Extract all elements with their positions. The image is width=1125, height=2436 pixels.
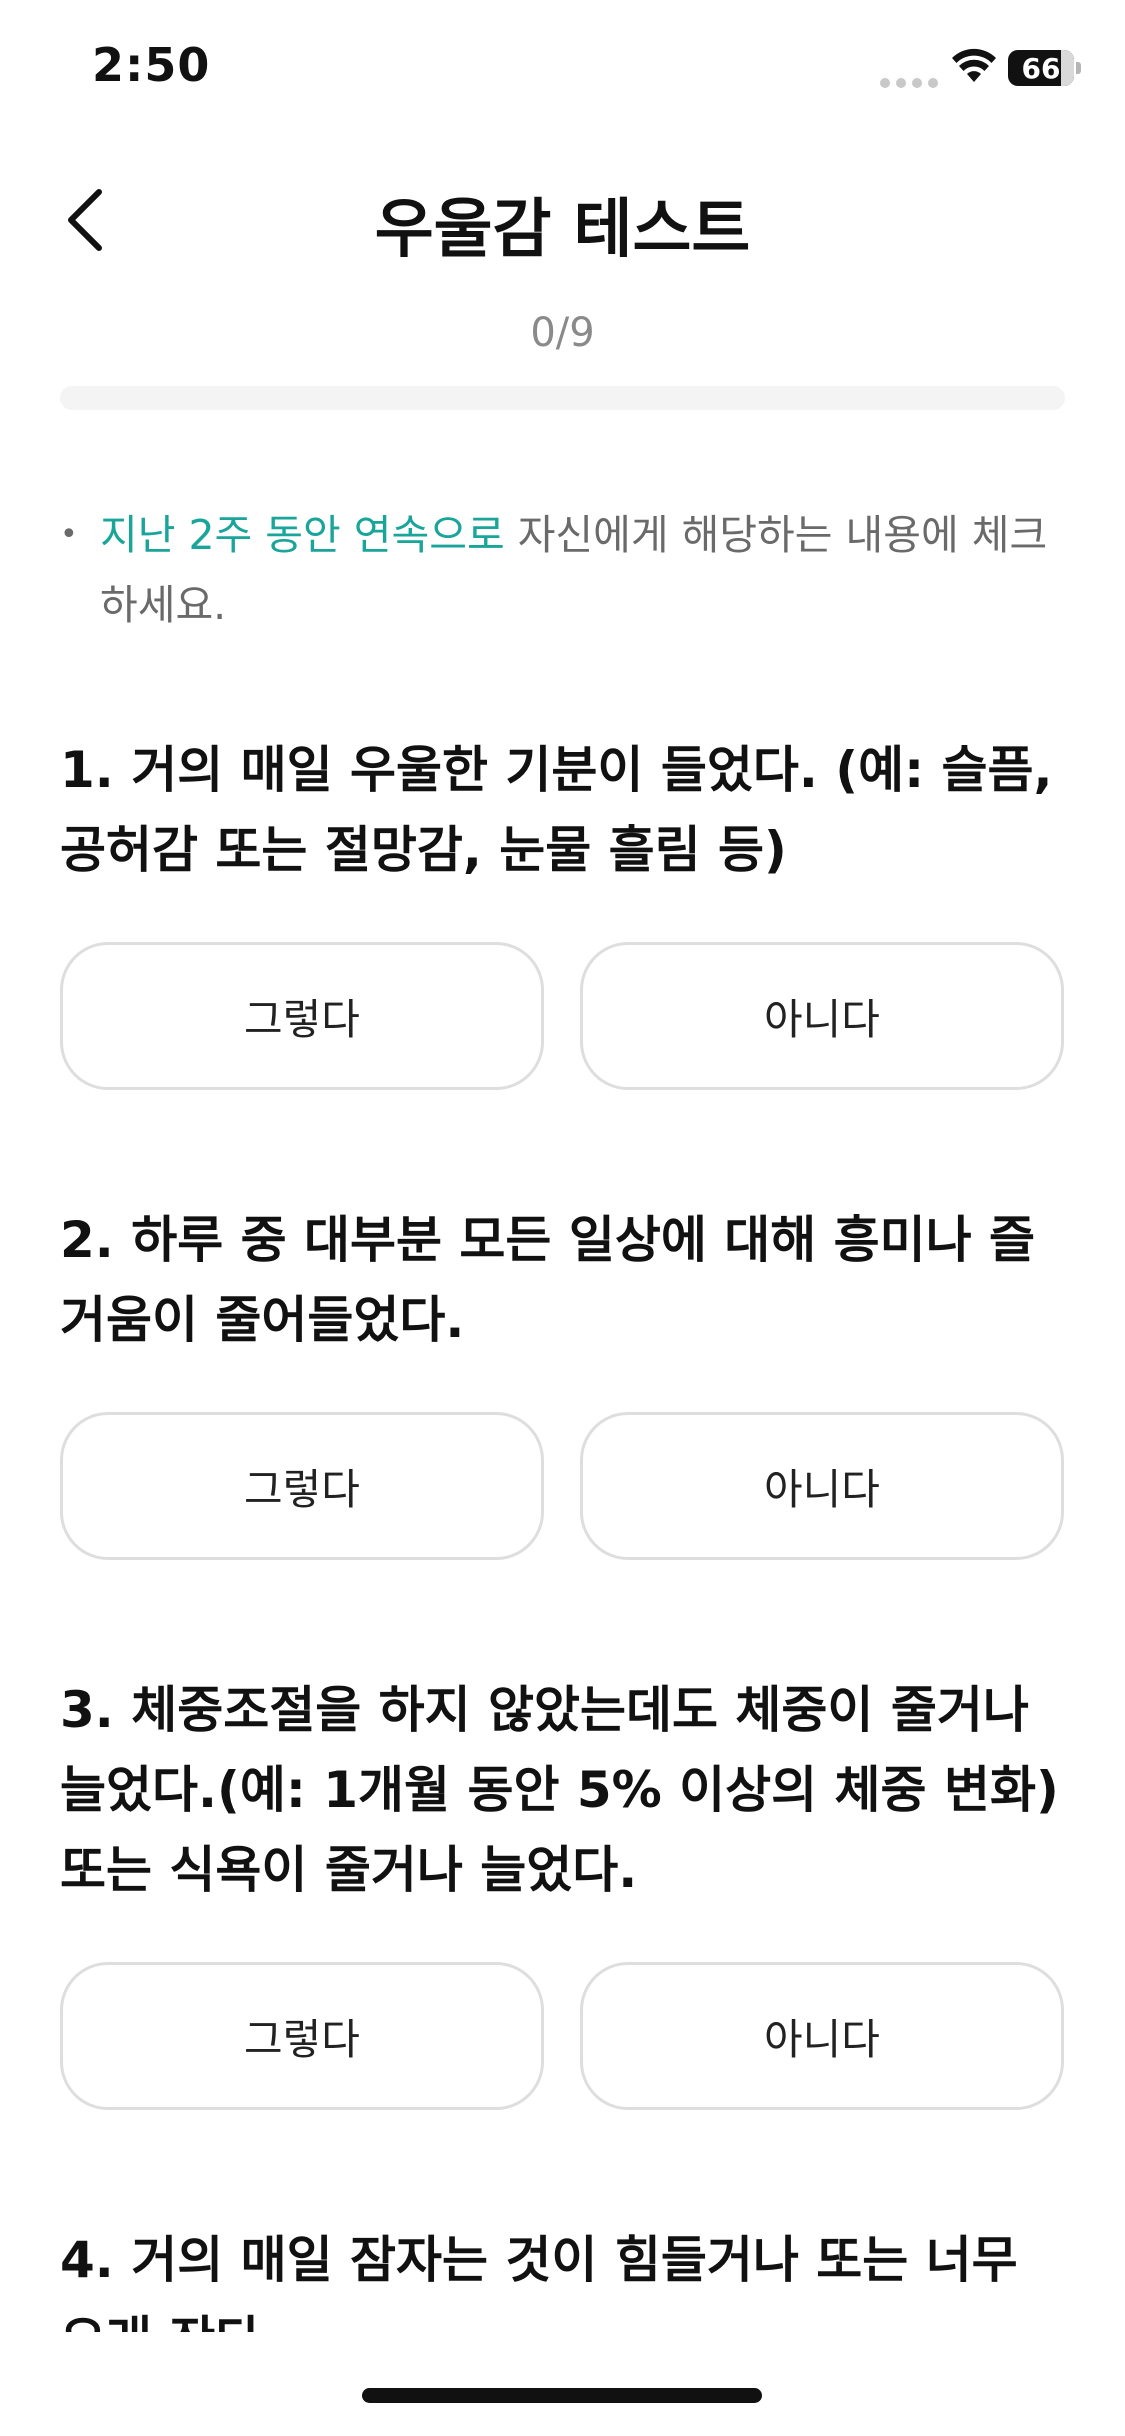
- bullet-icon: •: [60, 517, 78, 552]
- answer-no-button[interactable]: 아니다: [580, 942, 1064, 1090]
- question-1: 1. 거의 매일 우울한 기분이 들었다. (예: 슬픔, 공허감 또는 절망감…: [60, 730, 1070, 1090]
- battery-icon: 66: [1008, 50, 1074, 86]
- question-text: 4. 거의 매일 잠자는 것이 힘들거나 또는 너무 오래 잔다: [60, 2231, 1018, 2332]
- status-time: 2:50: [92, 38, 211, 92]
- answer-no-button[interactable]: 아니다: [580, 1412, 1064, 1560]
- battery-level: 66: [1021, 51, 1061, 85]
- instruction-highlight: 지난 2주 동안 연속으로: [100, 511, 505, 559]
- question-text: 3. 체중조절을 하지 않았는데도 체중이 줄거나 늘었다.(예: 1개월 동안…: [60, 1681, 1059, 1899]
- answer-yes-button[interactable]: 그렇다: [60, 942, 544, 1090]
- answer-options: 그렇다 아니다: [60, 1962, 1070, 2110]
- instruction-notice: • 지난 2주 동안 연속으로 자신에게 해당하는 내용에 체크하세요.: [60, 500, 1070, 640]
- answer-options: 그렇다 아니다: [60, 942, 1070, 1090]
- progress-bar: [60, 386, 1065, 410]
- answer-yes-button[interactable]: 그렇다: [60, 1962, 544, 2110]
- status-bar: 2:50 66: [0, 0, 1125, 140]
- answer-yes-button[interactable]: 그렇다: [60, 1412, 544, 1560]
- answer-options: 그렇다 아니다: [60, 1412, 1070, 1560]
- question-text: 2. 하루 중 대부분 모든 일상에 대해 흥미나 즐거움이 줄어들었다.: [60, 1211, 1036, 1349]
- page-title: 우울감 테스트: [374, 193, 751, 267]
- question-3: 3. 체중조절을 하지 않았는데도 체중이 줄거나 늘었다.(예: 1개월 동안…: [60, 1670, 1070, 2110]
- answer-no-button[interactable]: 아니다: [580, 1962, 1064, 2110]
- header: 우울감 테스트: [0, 160, 1125, 280]
- cellular-signal-icon: [880, 78, 938, 88]
- question-4: 4. 거의 매일 잠자는 것이 힘들거나 또는 너무 오래 잔다: [60, 2220, 1070, 2332]
- home-indicator[interactable]: [362, 2388, 762, 2403]
- question-text: 1. 거의 매일 우울한 기분이 들었다. (예: 슬픔, 공허감 또는 절망감…: [60, 741, 1053, 879]
- progress-count: 0/9: [530, 310, 595, 356]
- battery-tip: [1076, 62, 1081, 74]
- wifi-icon: [952, 48, 996, 82]
- question-2: 2. 하루 중 대부분 모든 일상에 대해 흥미나 즐거움이 줄어들었다. 그렇…: [60, 1200, 1070, 1560]
- instruction-text: 지난 2주 동안 연속으로 자신에게 해당하는 내용에 체크하세요.: [100, 500, 1070, 640]
